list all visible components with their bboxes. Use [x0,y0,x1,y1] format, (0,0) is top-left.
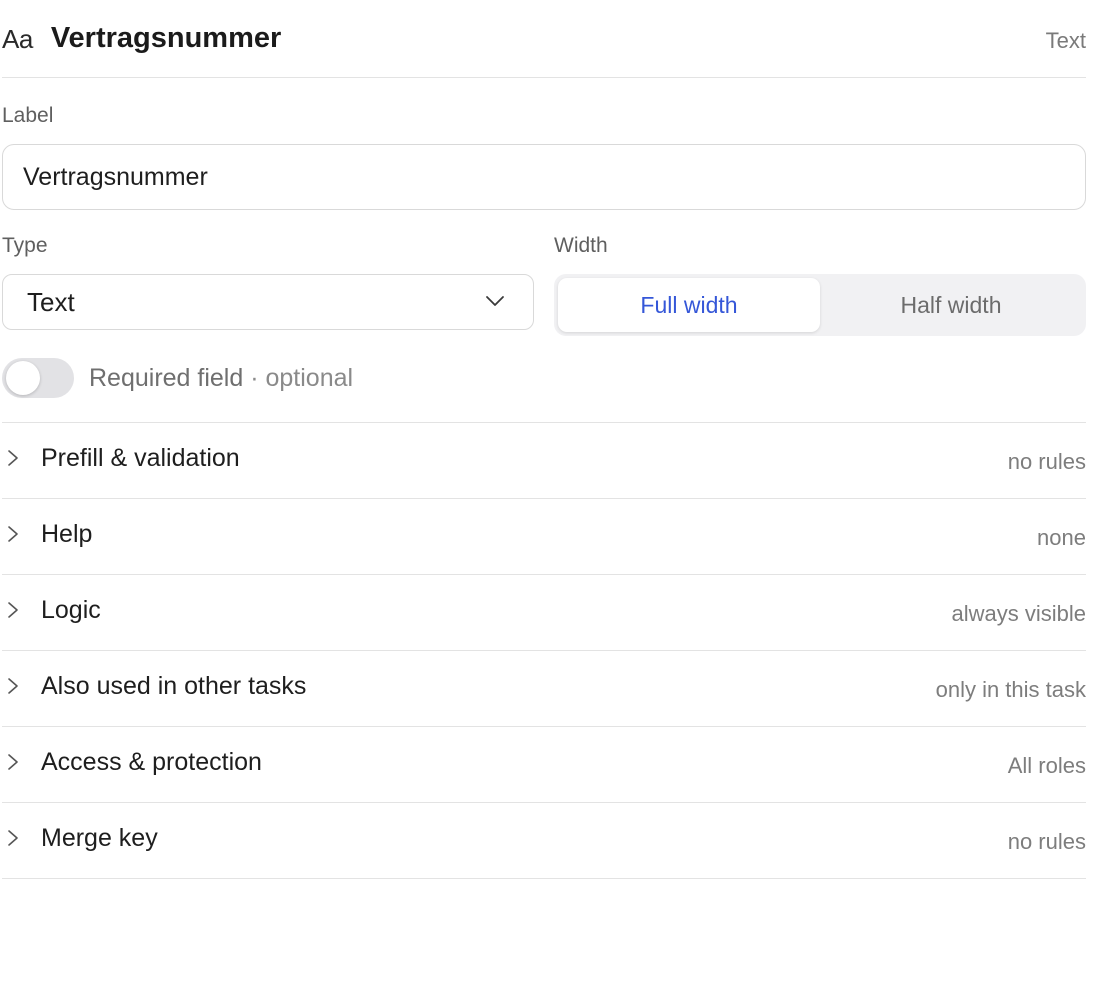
section-title: Help [41,520,93,548]
text-type-icon: Aa [2,24,33,54]
required-label-text: Required field [89,363,244,392]
required-optional-hint: · optional [243,363,354,392]
section-summary: no rules [1007,449,1086,474]
chevron-right-icon [8,526,18,542]
label-field-label: Label [2,104,54,127]
field-header: Aa Vertragsnummer Text [2,0,1086,78]
width-field-label: Width [554,234,608,257]
type-select[interactable]: Text [2,274,534,330]
section-summary: no rules [1007,829,1086,854]
section-help[interactable]: Help none [2,499,1086,575]
section-title: Logic [41,596,101,624]
type-select-value: Text [27,286,75,317]
section-title: Also used in other tasks [41,672,307,700]
label-field-group: Label [2,104,1086,210]
section-prefill-validation[interactable]: Prefill & validation no rules [2,423,1086,499]
section-summary: only in this task [935,677,1086,702]
chevron-right-icon [8,602,18,618]
chevron-right-icon [8,450,18,466]
half-width-option[interactable]: Half width [820,278,1082,332]
settings-sections: Prefill & validation no rules Help none … [2,422,1086,879]
width-field-group: Width Full width Half width [554,234,1086,336]
section-summary: always visible [951,601,1087,626]
section-title: Merge key [41,824,158,852]
section-title: Prefill & validation [41,444,240,472]
toggle-knob [6,361,40,395]
section-summary: none [1037,525,1086,550]
field-settings-panel: Aa Vertragsnummer Text Label Type Text W… [2,0,1086,879]
type-field-group: Type Text [2,234,534,330]
field-title: Vertragsnummer [50,22,282,54]
section-summary: All roles [1007,753,1086,778]
section-access-protection[interactable]: Access & protection All roles [2,727,1086,803]
section-title: Access & protection [41,748,262,776]
section-other-tasks[interactable]: Also used in other tasks only in this ta… [2,651,1086,727]
label-input[interactable] [2,144,1086,210]
full-width-option[interactable]: Full width [558,278,820,332]
type-field-label: Type [2,234,48,257]
required-toggle-label: Required field · optional [89,364,353,393]
required-toggle[interactable] [2,358,74,398]
field-type-badge: Text [1045,28,1086,53]
section-logic[interactable]: Logic always visible [2,575,1086,651]
section-merge-key[interactable]: Merge key no rules [2,803,1086,879]
required-toggle-row: Required field · optional [2,356,353,400]
width-segmented-control: Full width Half width [554,274,1086,336]
chevron-right-icon [8,678,18,694]
chevron-right-icon [8,754,18,770]
chevron-right-icon [8,830,18,846]
chevron-down-icon [486,296,504,306]
